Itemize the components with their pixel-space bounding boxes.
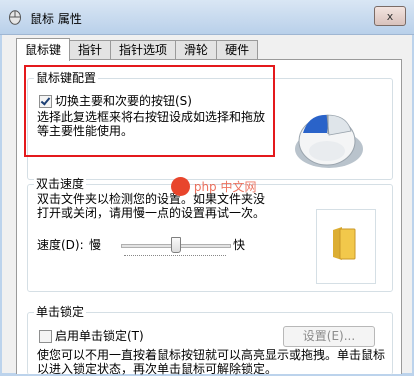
double-click-description: 双击文件夹以检测您的设置。如果文件夹没打开或关闭，请用慢一点的设置再试一次。: [37, 192, 266, 220]
tab-strip: 鼠标键 指针 指针选项 滑轮 硬件: [16, 38, 259, 61]
watermark-text: php 中文网: [193, 180, 257, 194]
tab-pointer-options[interactable]: 指针选项: [110, 40, 177, 60]
window-title: 鼠标 属性: [30, 12, 82, 26]
tab-hardware[interactable]: 硬件: [216, 40, 259, 60]
php-watermark: php 中文网: [171, 177, 256, 196]
tab-buttons[interactable]: 鼠标键: [16, 38, 71, 61]
tab-wheel[interactable]: 滑轮: [175, 40, 218, 60]
mouse-icon: [8, 9, 22, 28]
highlight-frame: [24, 65, 275, 157]
click-lock-checkbox[interactable]: [39, 330, 52, 343]
fast-label: 快: [233, 238, 246, 252]
title-bar: 鼠标 属性 x: [0, 0, 414, 35]
php-logo-icon: [171, 177, 190, 196]
slider-thumb[interactable]: [171, 237, 181, 253]
double-click-speed-slider[interactable]: [121, 236, 231, 260]
speed-label: 速度(D):: [37, 238, 84, 252]
close-icon: x: [386, 9, 394, 23]
folder-icon: [330, 226, 358, 265]
double-click-title: 双击速度: [34, 177, 87, 191]
slow-label: 慢: [89, 238, 102, 252]
slider-ticks: [124, 255, 226, 258]
test-folder[interactable]: [316, 209, 376, 284]
click-lock-settings-button[interactable]: 设置(E)...: [283, 326, 375, 347]
close-button[interactable]: x: [374, 6, 406, 26]
click-lock-description: 使您可以不用一直按着鼠标按钮就可以高亮显示或拖拽。单击鼠标以进入锁定状态，再次单…: [37, 348, 386, 376]
click-lock-label[interactable]: 启用单击锁定(T): [55, 329, 144, 343]
tab-pointers[interactable]: 指针: [69, 40, 112, 60]
click-lock-title: 单击锁定: [34, 305, 87, 319]
mouse-illustration: [289, 103, 365, 176]
